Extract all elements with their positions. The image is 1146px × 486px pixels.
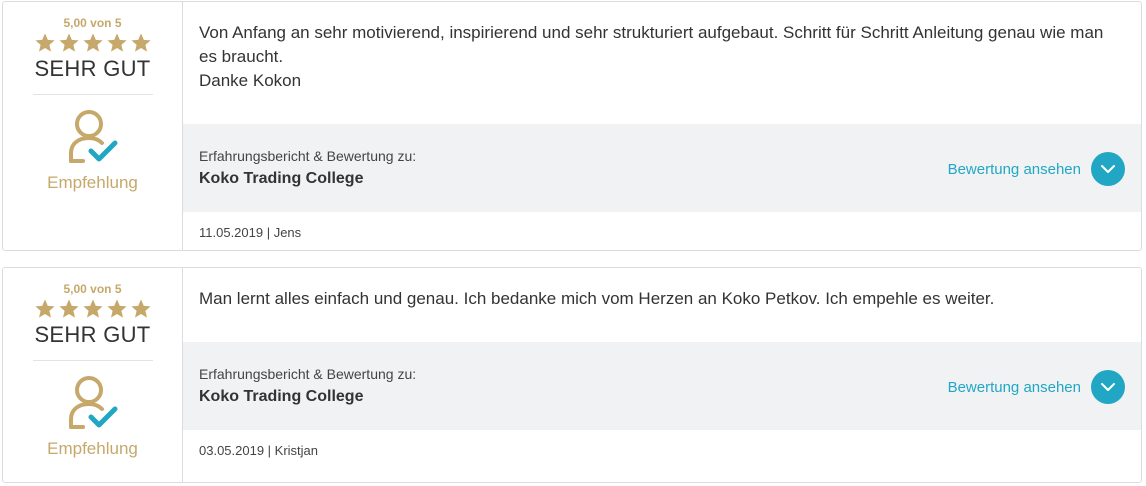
star-icon <box>82 299 103 318</box>
review-date-author: 11.05.2019 | Jens <box>199 225 302 240</box>
review-content: Man lernt alles einfach und genau. Ich b… <box>183 268 1141 482</box>
star-icon <box>130 299 151 318</box>
review-subject-panel: Erfahrungsbericht & Bewertung zu: Koko T… <box>183 124 1141 212</box>
rating-score: 5,00 von 5 <box>63 282 122 296</box>
person-check-icon <box>68 376 117 429</box>
review-subject-panel: Erfahrungsbericht & Bewertung zu: Koko T… <box>183 342 1141 430</box>
subject-name: Koko Trading College <box>199 169 364 187</box>
chevron-down-icon[interactable] <box>1091 152 1125 186</box>
recommendation-label: Empfehlung <box>47 173 138 192</box>
subject-info: Erfahrungsbericht & Bewertung zu: Koko T… <box>199 147 416 190</box>
star-icon <box>106 33 127 52</box>
star-icon <box>106 299 127 318</box>
star-icon <box>82 33 103 52</box>
rating-verdict: SEHR GUT <box>34 56 151 81</box>
recommendation-label: Empfehlung <box>47 439 138 458</box>
rating-panel: 5,00 von 5 SEHR GUT Empfehlung <box>3 268 183 482</box>
view-review-label[interactable]: Bewertung ansehen <box>948 379 1081 396</box>
view-review-button[interactable]: Bewertung ansehen <box>948 370 1125 404</box>
rating-verdict: SEHR GUT <box>34 322 151 347</box>
rating-score: 5,00 von 5 <box>63 16 122 30</box>
chevron-down-icon[interactable] <box>1091 370 1125 404</box>
review-date-author: 03.05.2019 | Kristjan <box>199 443 319 458</box>
divider <box>32 94 153 95</box>
subject-caption: Erfahrungsbericht & Bewertung zu: <box>199 365 417 382</box>
review-card: 5,00 von 5 SEHR GUT Empfehlung Man lernt… <box>2 267 1142 483</box>
review-text: Von Anfang an sehr motivierend, inspirie… <box>199 23 1104 90</box>
review-content: Von Anfang an sehr motivierend, inspirie… <box>183 2 1141 250</box>
subject-name: Koko Trading College <box>199 387 364 405</box>
subject-info: Erfahrungsbericht & Bewertung zu: Koko T… <box>199 365 416 408</box>
star-rating <box>34 32 152 54</box>
star-icon <box>58 299 79 318</box>
star-icon <box>34 33 55 52</box>
review-text: Man lernt alles einfach und genau. Ich b… <box>199 289 995 308</box>
person-check-icon <box>68 110 117 163</box>
star-icon <box>130 33 151 52</box>
view-review-button[interactable]: Bewertung ansehen <box>948 152 1125 186</box>
subject-caption: Erfahrungsbericht & Bewertung zu: <box>199 147 417 164</box>
rating-panel: 5,00 von 5 SEHR GUT Empfehlung <box>3 2 183 250</box>
star-rating <box>34 298 152 320</box>
view-review-label[interactable]: Bewertung ansehen <box>948 161 1081 178</box>
star-icon <box>58 33 79 52</box>
review-card: 5,00 von 5 SEHR GUT Empfehlung Von Anfan… <box>2 1 1142 251</box>
star-icon <box>34 299 55 318</box>
divider <box>32 360 153 361</box>
